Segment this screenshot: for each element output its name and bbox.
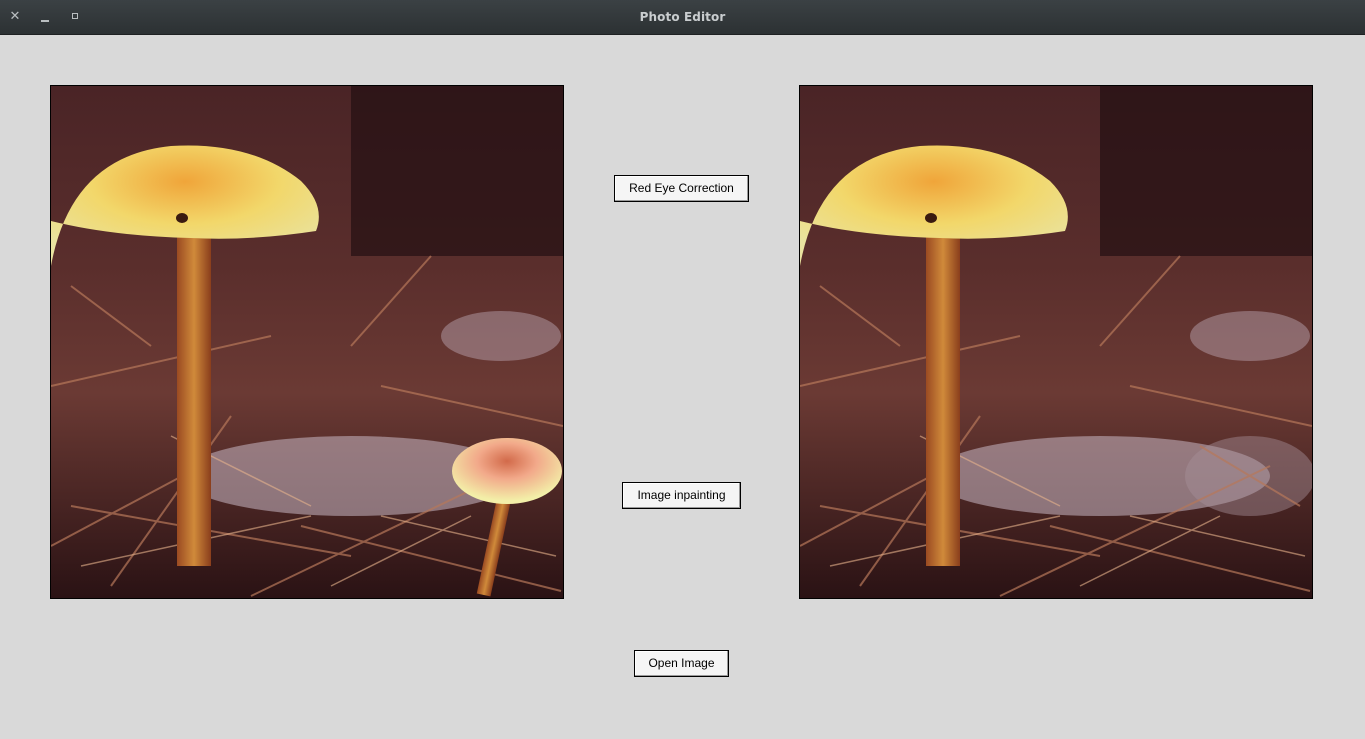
image-inpainting-button[interactable]: Image inpainting <box>622 482 741 509</box>
title-bar[interactable]: ✕ Photo Editor <box>0 0 1365 35</box>
mushroom-photo <box>51 86 563 598</box>
app-window: ✕ Photo Editor Red Eye Correction Image … <box>0 0 1365 739</box>
red-eye-correction-button[interactable]: Red Eye Correction <box>614 175 749 202</box>
original-image <box>50 85 564 599</box>
result-image <box>799 85 1313 599</box>
window-title: Photo Editor <box>639 10 726 24</box>
open-image-button[interactable]: Open Image <box>634 650 729 677</box>
mushroom-photo-inpainted <box>800 86 1312 598</box>
